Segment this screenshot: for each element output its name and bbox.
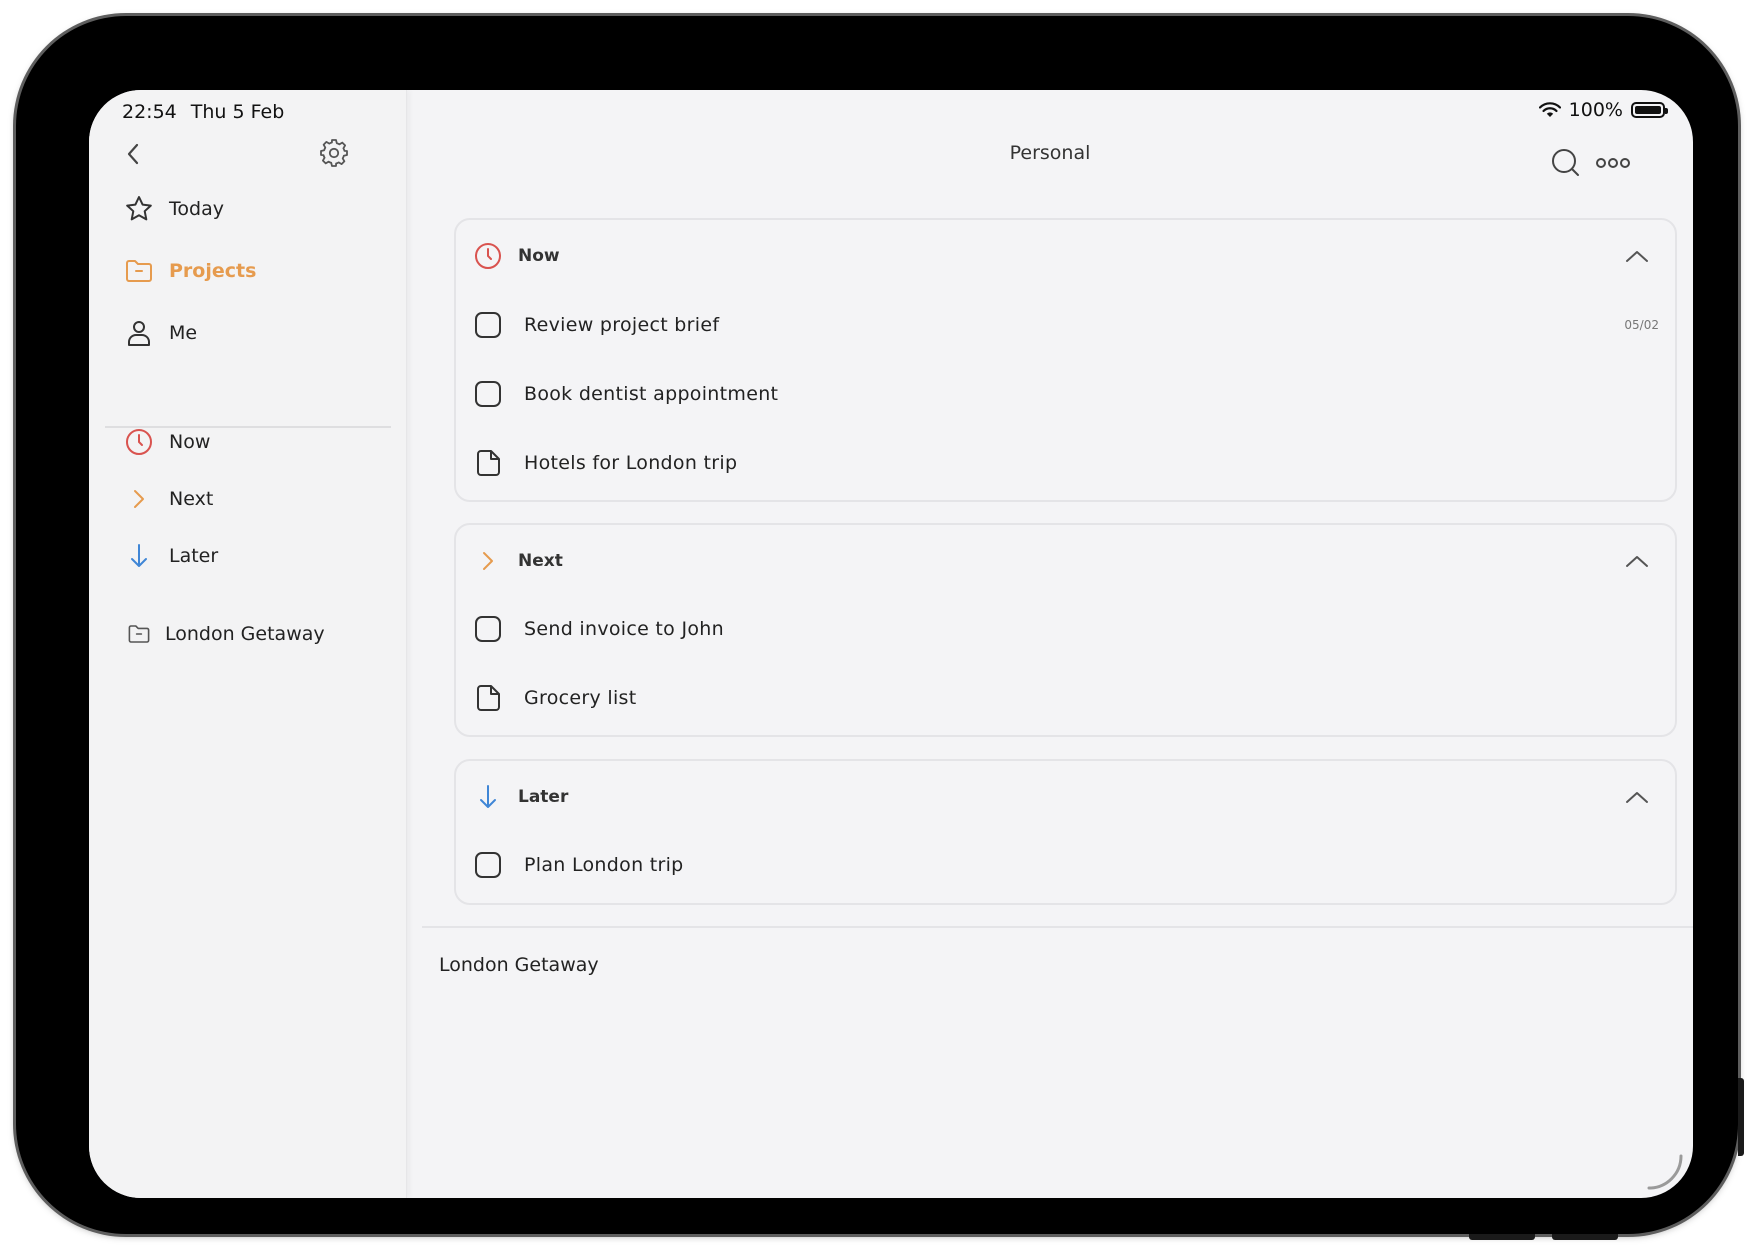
section-next: Next Send invoice to John Grocery list (454, 523, 1677, 737)
wifi-icon (1538, 102, 1561, 117)
clock-icon (472, 240, 504, 272)
content-divider (422, 926, 1693, 928)
chevron-right-icon (472, 545, 504, 577)
sidebar-item-projects[interactable]: Projects (123, 255, 256, 287)
hardware-button (1469, 1234, 1535, 1240)
search-button[interactable] (1547, 144, 1585, 182)
sidebar-item-label: Later (169, 545, 219, 567)
resize-handle-icon[interactable] (1643, 1150, 1685, 1192)
project-heading[interactable]: London Getaway (439, 954, 599, 976)
sidebar-item-london-getaway[interactable]: London Getaway (123, 618, 325, 650)
sidebar-item-label: Now (169, 431, 211, 453)
status-indicators: 100% (1538, 99, 1668, 121)
due-date: 05/02 (1624, 318, 1659, 332)
hardware-button (1738, 1078, 1744, 1156)
note-row[interactable]: Hotels for London trip (472, 438, 1659, 488)
section-later: Later Plan London trip (454, 759, 1677, 905)
section-title: Now (518, 246, 560, 266)
task-row[interactable]: Book dentist appointment (472, 369, 1659, 419)
status-date: Thu 5 Feb (190, 101, 285, 123)
section-header: Now (472, 240, 560, 272)
checkbox[interactable] (475, 312, 501, 338)
page-title: Personal (1009, 142, 1091, 164)
sidebar-item-today[interactable]: Today (123, 193, 224, 225)
note-icon (472, 682, 504, 714)
arrow-down-icon (123, 540, 155, 572)
section-now: Now Review project brief 05/02 Book dent… (454, 218, 1677, 502)
task-label: Review project brief (524, 314, 720, 336)
arrow-down-icon (472, 781, 504, 813)
chevron-up-icon (1626, 556, 1648, 567)
settings-button[interactable] (315, 134, 353, 172)
folder-icon (123, 255, 155, 287)
chevron-up-icon (1626, 251, 1648, 262)
note-label: Hotels for London trip (524, 452, 738, 474)
task-row[interactable]: Review project brief 05/02 (472, 300, 1659, 350)
status-time: 22:54 (122, 101, 177, 123)
sidebar-item-now[interactable]: Now (123, 426, 210, 458)
chevron-right-icon (123, 483, 155, 515)
section-title: Later (518, 787, 569, 807)
section-header: Next (472, 545, 563, 577)
section-header: Later (472, 781, 568, 813)
collapse-button[interactable] (1621, 240, 1653, 272)
ipad-frame: 22:54 Thu 5 Feb Today Projects Me Now Ne… (16, 16, 1744, 1240)
search-icon (1552, 149, 1579, 176)
gear-icon (320, 139, 348, 167)
note-icon (472, 447, 504, 479)
task-row[interactable]: Send invoice to John (472, 604, 1659, 654)
note-row[interactable]: Grocery list (472, 673, 1659, 723)
screen: 22:54 Thu 5 Feb Today Projects Me Now Ne… (89, 90, 1693, 1198)
sidebar-item-next[interactable]: Next (123, 483, 213, 515)
task-label: Send invoice to John (524, 618, 724, 640)
task-label: Plan London trip (524, 854, 684, 876)
battery-icon (1631, 102, 1668, 118)
sidebar: 22:54 Thu 5 Feb Today Projects Me Now Ne… (89, 90, 407, 1198)
sidebar-item-me[interactable]: Me (123, 317, 197, 349)
sidebar-item-label: Next (169, 488, 214, 510)
collapse-button[interactable] (1621, 545, 1653, 577)
battery-percent: 100% (1568, 99, 1623, 121)
sidebar-item-later[interactable]: Later (123, 540, 218, 572)
collapse-button[interactable] (1621, 781, 1653, 813)
task-row[interactable]: Plan London trip (472, 840, 1659, 890)
checkbox[interactable] (475, 381, 501, 407)
checkbox[interactable] (475, 616, 501, 642)
folder-icon (123, 618, 155, 650)
more-options-button[interactable] (1593, 146, 1633, 180)
checkbox[interactable] (475, 852, 501, 878)
clock-icon (123, 426, 155, 458)
task-label: Book dentist appointment (524, 383, 779, 405)
chevron-up-icon (1626, 792, 1648, 803)
sidebar-item-label: Me (169, 322, 198, 344)
main-panel: 100% Personal Now Review project brief 0… (407, 90, 1693, 1198)
more-icon (1596, 158, 1630, 168)
section-title: Next (518, 551, 563, 571)
hardware-button (1552, 1234, 1618, 1240)
sidebar-item-label: Projects (169, 260, 257, 282)
sidebar-item-label: London Getaway (165, 623, 325, 645)
back-button[interactable] (117, 136, 149, 172)
note-label: Grocery list (524, 687, 637, 709)
chevron-left-icon (127, 143, 139, 165)
star-icon (123, 193, 155, 225)
sidebar-item-label: Today (169, 198, 224, 220)
person-icon (123, 317, 155, 349)
status-clock: 22:54 Thu 5 Feb (122, 101, 298, 123)
